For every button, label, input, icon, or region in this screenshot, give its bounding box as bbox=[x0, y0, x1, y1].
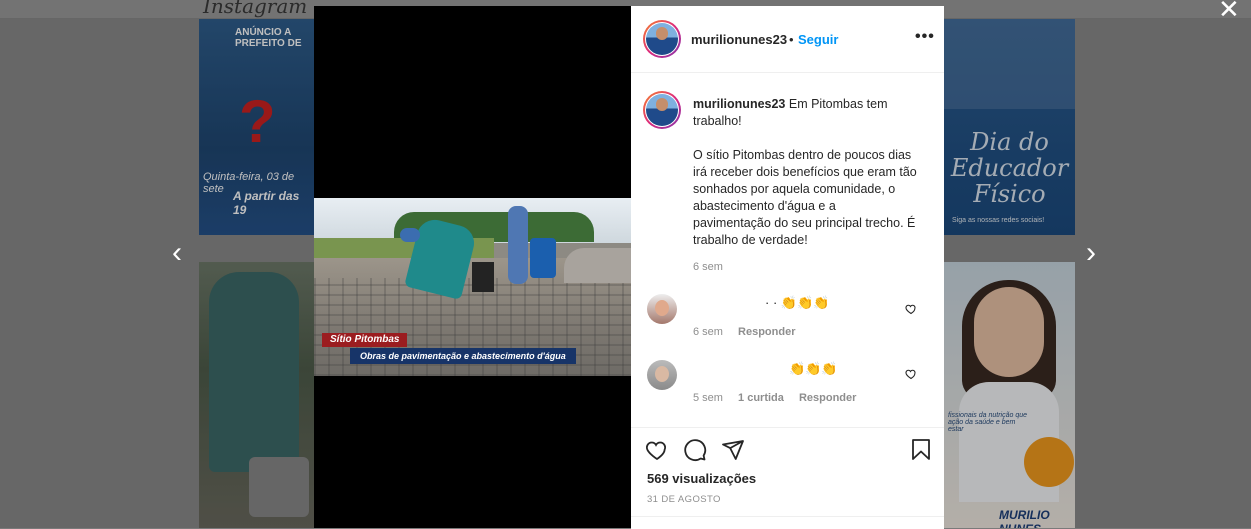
heart-icon[interactable] bbox=[645, 438, 669, 462]
view-count[interactable]: 569 visualizações bbox=[647, 471, 756, 486]
reply-button[interactable]: Responder bbox=[738, 326, 795, 338]
comment-meta: 5 sem 1 curtida Responder bbox=[693, 392, 868, 404]
avatar[interactable] bbox=[643, 91, 681, 129]
rubble bbox=[564, 248, 631, 283]
comment-input-bar[interactable] bbox=[631, 516, 944, 529]
comment-text: · · 👏👏👏 bbox=[765, 295, 830, 310]
comment-meta: 6 sem Responder bbox=[693, 326, 808, 338]
caption-time[interactable]: 6 sem bbox=[693, 261, 723, 273]
comment-time[interactable]: 6 sem bbox=[693, 326, 723, 338]
post-date[interactable]: 31 DE AGOSTO bbox=[647, 494, 721, 505]
caption-username[interactable]: murilionunes23 bbox=[693, 97, 785, 111]
chevron-left-icon[interactable]: ‹ bbox=[172, 238, 182, 268]
video-caption-place: Sítio Pitombas bbox=[322, 333, 408, 347]
more-icon[interactable]: ••• bbox=[915, 28, 935, 46]
video-frame: Sítio Pitombas Obras de pavimentação e a… bbox=[314, 198, 631, 376]
post-caption: murilionunes23 Em Pitombas tem trabalho!… bbox=[693, 96, 917, 249]
comment-likes[interactable]: 1 curtida bbox=[738, 392, 784, 404]
comment-time[interactable]: 5 sem bbox=[693, 392, 723, 404]
video-caption-title: Obras de pavimentação e abastecimento d'… bbox=[350, 348, 576, 364]
follow-button[interactable]: Seguir bbox=[798, 32, 838, 47]
post-media[interactable]: Sítio Pitombas Obras de pavimentação e a… bbox=[314, 6, 631, 528]
worker-hat bbox=[400, 228, 420, 242]
comment-text: 👏👏👏 bbox=[789, 361, 838, 376]
avatar[interactable] bbox=[643, 20, 681, 58]
reply-button[interactable]: Responder bbox=[799, 392, 856, 404]
share-icon[interactable] bbox=[721, 438, 745, 462]
heart-icon[interactable] bbox=[905, 368, 917, 380]
comment-icon[interactable] bbox=[683, 438, 707, 462]
close-icon[interactable]: ✕ bbox=[1218, 0, 1240, 25]
action-bar bbox=[645, 438, 935, 464]
post-username[interactable]: murilionunes23 bbox=[691, 32, 787, 47]
commenter-avatar[interactable] bbox=[647, 360, 677, 390]
chevron-right-icon[interactable]: › bbox=[1086, 238, 1096, 268]
divider bbox=[631, 72, 944, 73]
water-barrel bbox=[530, 238, 556, 278]
divider bbox=[631, 427, 944, 428]
worker-figure bbox=[508, 206, 528, 284]
caption-body: O sítio Pitombas dentro de poucos dias i… bbox=[693, 148, 917, 247]
bookmark-icon[interactable] bbox=[909, 438, 933, 462]
commenter-avatar[interactable] bbox=[647, 294, 677, 324]
separator-dot: • bbox=[789, 32, 794, 47]
heart-icon[interactable] bbox=[905, 303, 917, 315]
crate bbox=[472, 262, 494, 292]
post-panel: murilionunes23 • Seguir ••• murilionunes… bbox=[631, 6, 944, 529]
